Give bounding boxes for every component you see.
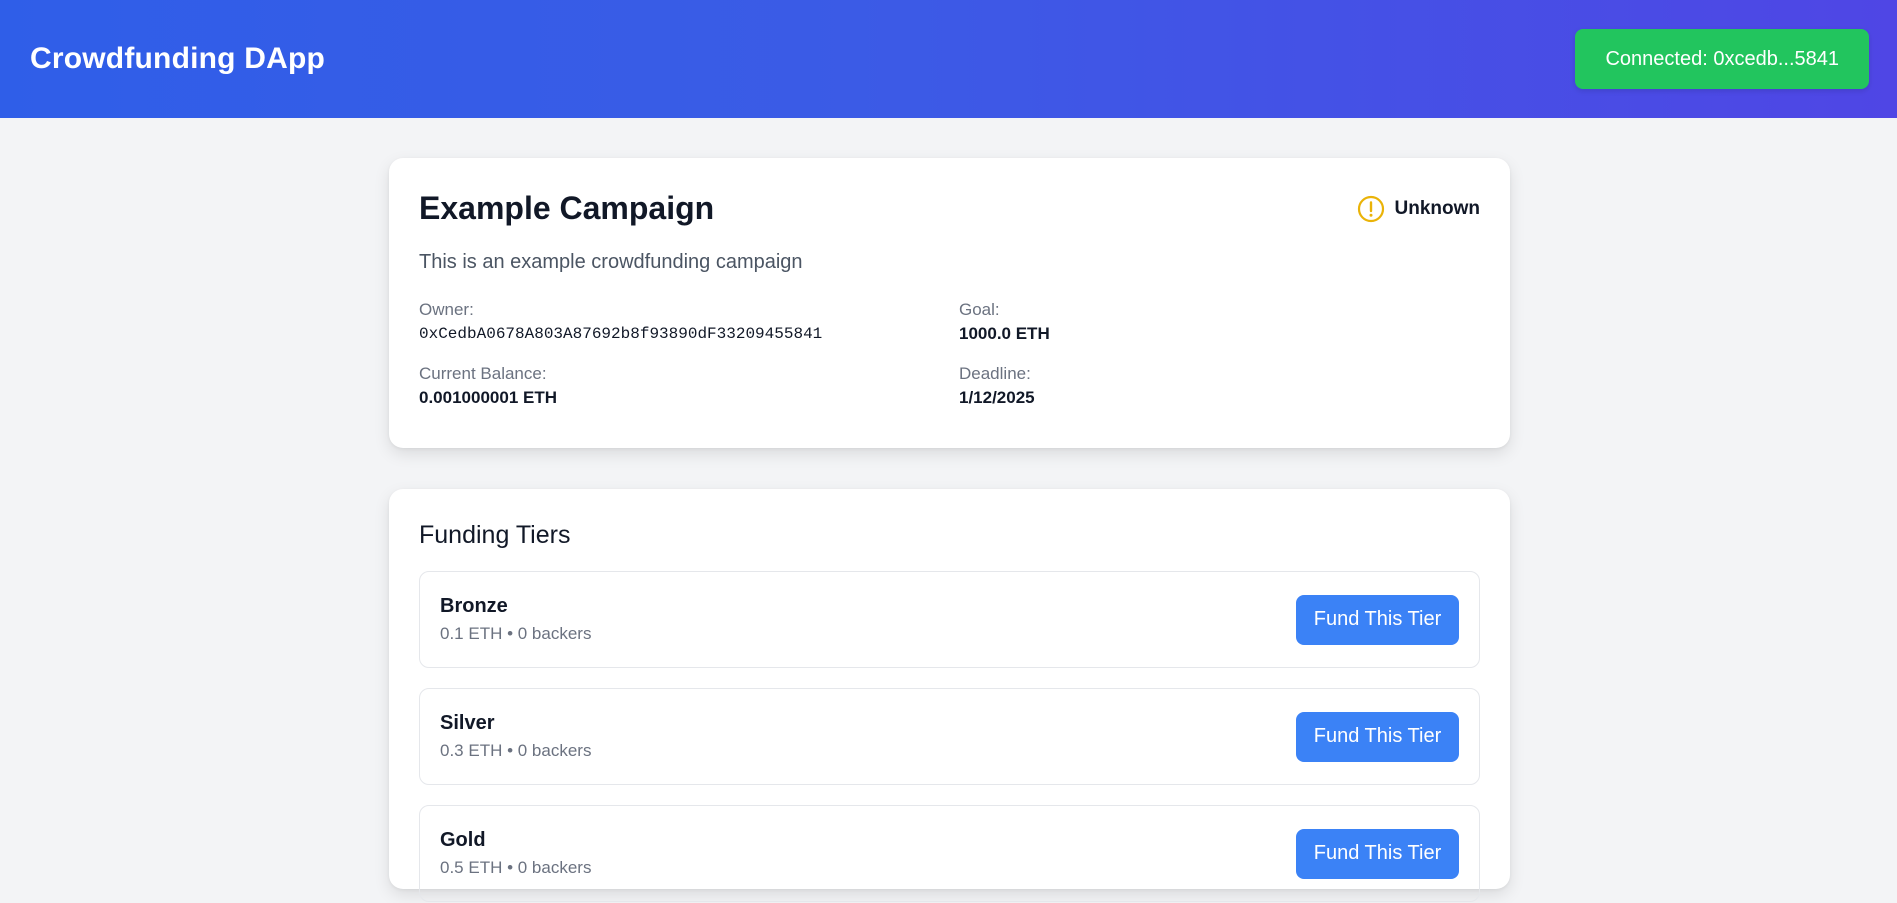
tier-meta: 0.1 ETH • 0 backers (440, 624, 592, 643)
campaign-info-grid: Owner: 0xCedbA0678A803A87692b8f93890dF33… (419, 300, 1480, 408)
tier-meta: 0.3 ETH • 0 backers (440, 741, 592, 760)
tier-info: Silver 0.3 ETH • 0 backers (440, 712, 591, 761)
tier-info: Gold 0.5 ETH • 0 backers (440, 829, 591, 878)
tier-row-silver: Silver 0.3 ETH • 0 backers Fund This Tie… (419, 688, 1480, 785)
funding-tiers-title: Funding Tiers (419, 521, 571, 549)
tier-row-gold: Gold 0.5 ETH • 0 backers Fund This Tier (419, 805, 1480, 902)
campaign-card: Example Campaign Unknown This is an exam… (389, 158, 1510, 448)
balance-info: Current Balance: 0.001000001 ETH (419, 364, 959, 408)
app-title: Crowdfunding DApp (30, 42, 325, 75)
campaign-title: Example Campaign (419, 190, 715, 226)
campaign-description: This is an example crowdfunding campaign (419, 251, 803, 273)
goal-value: 1000.0 ETH (959, 324, 1050, 343)
top-navbar: Crowdfunding DApp Connected: 0xcedb...58… (0, 0, 1897, 118)
fund-tier-button-silver[interactable]: Fund This Tier (1296, 711, 1459, 762)
owner-info: Owner: 0xCedbA0678A803A87692b8f93890dF33… (419, 300, 959, 344)
balance-value: 0.001000001 ETH (419, 388, 557, 407)
tier-meta: 0.5 ETH • 0 backers (440, 858, 592, 877)
status-label: Unknown (1394, 197, 1481, 219)
funding-tiers-card: Funding Tiers Bronze 0.1 ETH • 0 backers… (389, 489, 1510, 902)
owner-address: 0xCedbA0678A803A87692b8f93890dF332094558… (419, 325, 823, 343)
tier-name: Bronze (440, 595, 508, 617)
deadline-label: Deadline: (959, 364, 1031, 383)
fund-tier-button-bronze[interactable]: Fund This Tier (1296, 594, 1459, 645)
fund-tier-button-gold[interactable]: Fund This Tier (1296, 828, 1459, 879)
goal-label: Goal: (959, 300, 1000, 319)
campaign-status: Unknown (1357, 195, 1481, 223)
balance-label: Current Balance: (419, 364, 547, 383)
wallet-connected-button[interactable]: Connected: 0xcedb...5841 (1575, 29, 1869, 89)
deadline-info: Deadline: 1/12/2025 (959, 364, 1480, 408)
goal-info: Goal: 1000.0 ETH (959, 300, 1480, 344)
tier-name: Silver (440, 712, 495, 734)
tier-info: Bronze 0.1 ETH • 0 backers (440, 595, 591, 644)
tier-name: Gold (440, 829, 486, 851)
main-content: Example Campaign Unknown This is an exam… (389, 158, 1510, 902)
owner-label: Owner: (419, 300, 474, 319)
deadline-value: 1/12/2025 (959, 388, 1035, 407)
exclamation-circle-icon (1357, 195, 1385, 223)
tier-row-bronze: Bronze 0.1 ETH • 0 backers Fund This Tie… (419, 571, 1480, 668)
campaign-header: Example Campaign Unknown (419, 190, 1480, 227)
